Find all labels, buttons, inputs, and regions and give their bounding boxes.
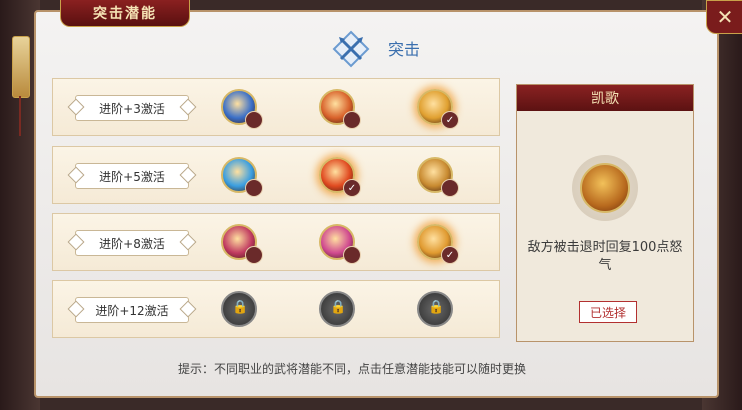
crimson-warrior-skill-icon[interactable]: [221, 224, 263, 264]
empty-badge-icon: [245, 246, 263, 264]
empty-badge-icon: [245, 179, 263, 197]
spear-fire-skill-icon[interactable]: [319, 89, 361, 129]
lantern-tassel: [19, 96, 21, 136]
check-badge-icon: ✓: [441, 111, 459, 129]
skill-name: 凯歌: [517, 85, 693, 111]
close-icon: ✕: [716, 5, 734, 29]
general-skill-icon[interactable]: [417, 157, 459, 197]
skill-description: 敌方被击退时回复100点怒气: [527, 240, 683, 273]
row-activation-label: 进阶+8激活: [75, 230, 189, 256]
lock-icon[interactable]: 🔒: [221, 291, 257, 327]
fire-burst-skill-icon[interactable]: ✓: [319, 157, 361, 197]
close-button[interactable]: ✕: [706, 0, 742, 34]
selected-skill-icon: [580, 163, 630, 213]
shield-skill-icon[interactable]: [221, 89, 263, 129]
panel-title-tab: 突击潜能: [60, 0, 190, 27]
potential-row: 进阶+3激活 ✓: [52, 78, 500, 136]
lantern-decoration: [12, 36, 30, 98]
check-badge-icon: ✓: [343, 179, 361, 197]
potential-row: 进阶+8激活 ✓: [52, 213, 500, 271]
category-title: 突击: [388, 40, 421, 59]
padlock-icon: 🔒: [232, 300, 249, 315]
panel-title: 突击潜能: [93, 6, 157, 22]
padlock-icon: 🔒: [428, 300, 445, 315]
lock-icon[interactable]: 🔒: [417, 291, 453, 327]
skill-detail-panel: 凯歌 敌方被击退时回复100点怒气 已选择: [516, 84, 694, 342]
empty-badge-icon: [343, 111, 361, 129]
ice-slash-skill-icon[interactable]: [221, 157, 263, 197]
golden-general-skill-icon[interactable]: ✓: [417, 224, 459, 264]
row-activation-label: 进阶+5激活: [75, 163, 189, 189]
row-activation-label: 进阶+12激活: [75, 297, 189, 323]
empty-badge-icon: [343, 246, 361, 264]
tip-text: 提示：不同职业的武将潜能不同，点击任意潜能技能可以随时更换: [178, 362, 527, 376]
crossed-spears-icon: [332, 30, 370, 68]
row-activation-label: 进阶+3激活: [75, 95, 189, 121]
empty-badge-icon: [245, 111, 263, 129]
lock-icon[interactable]: 🔒: [319, 291, 355, 327]
padlock-icon: 🔒: [330, 300, 347, 315]
golden-warrior-skill-icon[interactable]: ✓: [417, 89, 459, 129]
potential-row: 进阶+5激活 ✓: [52, 146, 500, 204]
empty-badge-icon: [441, 179, 459, 197]
pink-slash-skill-icon[interactable]: [319, 224, 361, 264]
selected-button[interactable]: 已选择: [579, 301, 637, 323]
potential-row: 进阶+12激活 🔒 🔒 🔒: [52, 280, 500, 338]
check-badge-icon: ✓: [441, 246, 459, 264]
